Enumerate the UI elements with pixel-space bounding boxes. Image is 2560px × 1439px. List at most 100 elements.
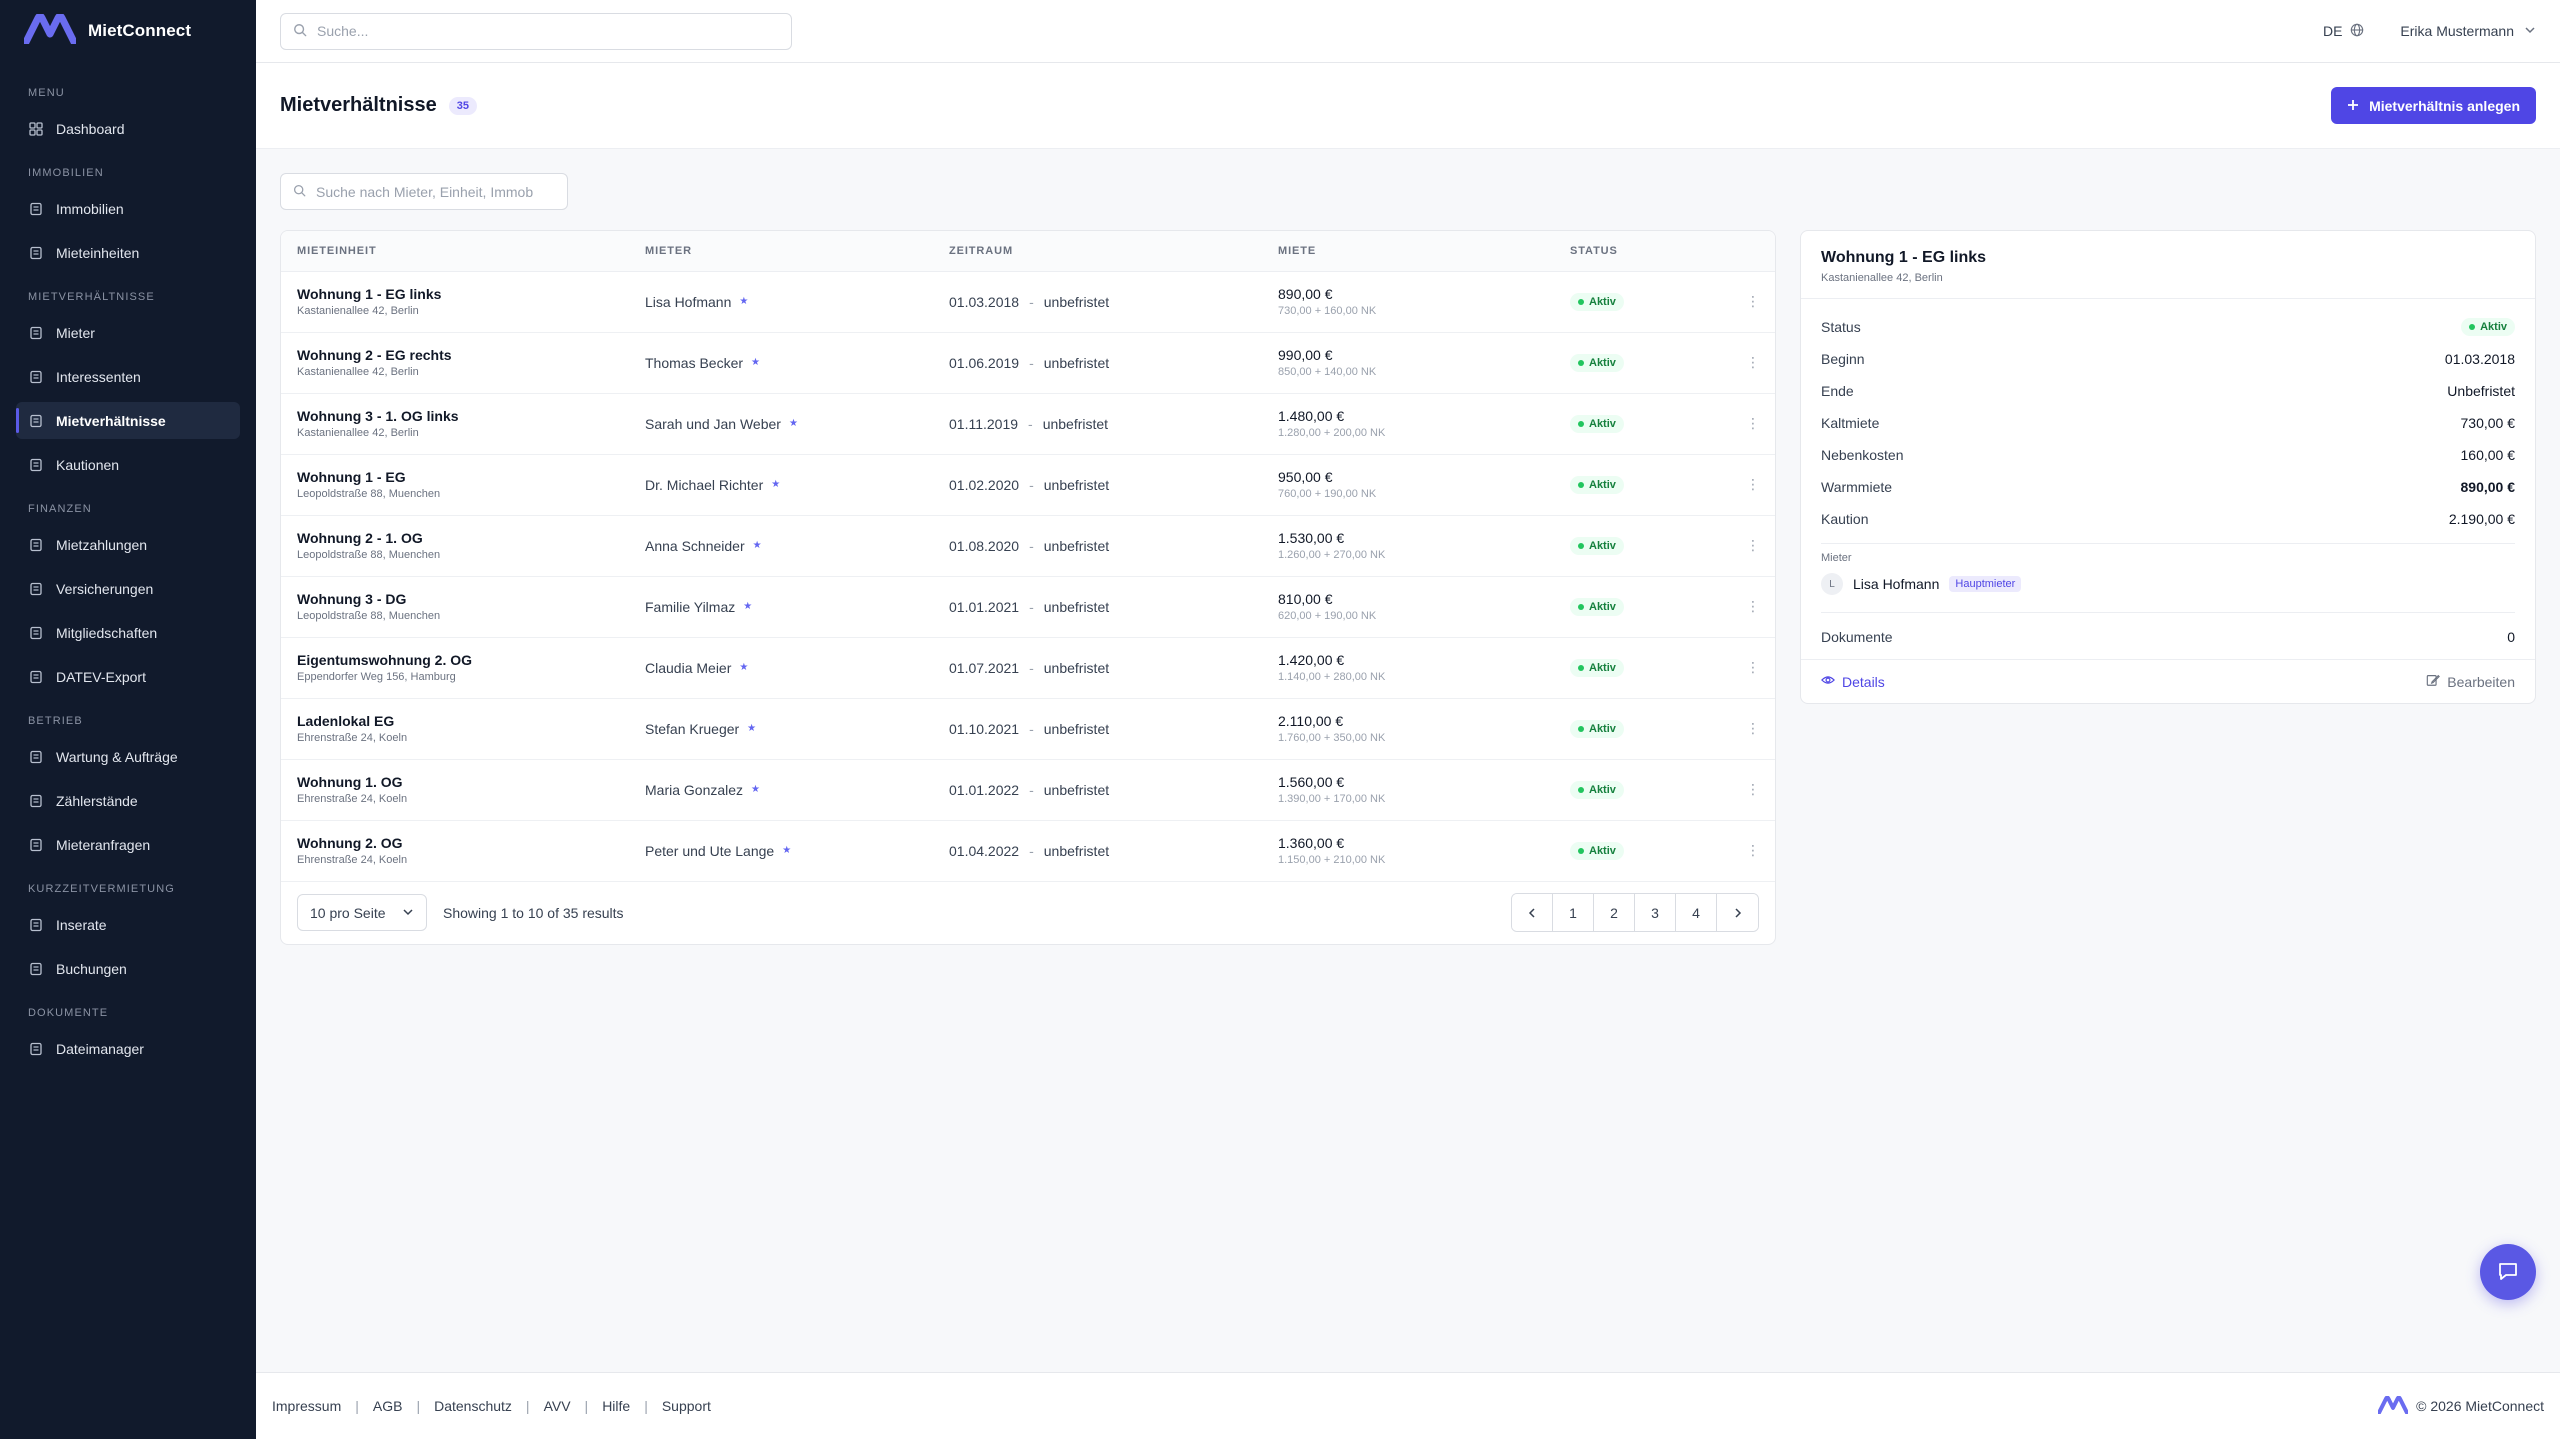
- table-row[interactable]: Wohnung 1 - EG Leopoldstraße 88, Muenche…: [281, 454, 1775, 516]
- kebab-menu-icon: ⋮: [1746, 598, 1760, 614]
- user-menu[interactable]: Erika Mustermann: [2400, 23, 2536, 39]
- sidebar-item-mietzahlungen[interactable]: Mietzahlungen: [16, 526, 240, 563]
- footer-link[interactable]: Impressum: [272, 1398, 341, 1414]
- page-button-2[interactable]: 2: [1594, 894, 1635, 931]
- period-end: unbefristet: [1043, 598, 1110, 615]
- sidebar-item-label: Mitgliedschaften: [56, 624, 158, 641]
- row-actions-button[interactable]: ⋮: [1715, 271, 1775, 333]
- cell-status: Aktiv: [1554, 454, 1715, 516]
- status-text: Aktiv: [1589, 845, 1616, 857]
- tenant-name[interactable]: Thomas Becker: [645, 355, 743, 371]
- column-header[interactable]: STATUS: [1554, 231, 1715, 272]
- sidebar-item-versicherungen[interactable]: Versicherungen: [16, 570, 240, 607]
- create-tenancy-button[interactable]: Mietverhältnis anlegen: [2331, 87, 2536, 124]
- chat-button[interactable]: [2480, 1244, 2536, 1300]
- table-row[interactable]: Eigentumswohnung 2. OG Eppendorfer Weg 1…: [281, 637, 1775, 699]
- user-search-icon: [28, 369, 44, 385]
- chevron-down-icon: [2524, 23, 2536, 39]
- cell-status: Aktiv: [1554, 515, 1715, 577]
- footer-link[interactable]: Datenschutz: [434, 1398, 512, 1414]
- tenant-name[interactable]: Anna Schneider: [645, 538, 745, 554]
- page-button-3[interactable]: 3: [1635, 894, 1676, 931]
- per-page-select[interactable]: 10 pro Seite: [297, 894, 427, 931]
- period-separator: -: [1028, 415, 1033, 432]
- cell-status: Aktiv: [1554, 393, 1715, 455]
- page-button-1[interactable]: 1: [1553, 894, 1594, 931]
- row-actions-button[interactable]: ⋮: [1715, 515, 1775, 577]
- sidebar-item-mietverhältnisse[interactable]: Mietverhältnisse: [16, 402, 240, 439]
- row-actions-button[interactable]: ⋮: [1715, 759, 1775, 821]
- star-icon: ★: [747, 723, 757, 734]
- tenant-name[interactable]: Stefan Krueger: [645, 721, 739, 737]
- page-button-4[interactable]: 4: [1676, 894, 1717, 931]
- sidebar-item-mieteranfragen[interactable]: Mieteranfragen: [16, 826, 240, 863]
- footer-link[interactable]: AGB: [373, 1398, 403, 1414]
- status-badge: Aktiv: [1570, 720, 1624, 738]
- column-header[interactable]: MIETER: [629, 231, 933, 272]
- tenant-name[interactable]: Sarah und Jan Weber: [645, 416, 781, 432]
- table-row[interactable]: Wohnung 3 - DG Leopoldstraße 88, Muenche…: [281, 576, 1775, 638]
- global-search[interactable]: [280, 12, 792, 50]
- row-actions-button[interactable]: ⋮: [1715, 393, 1775, 455]
- sidebar-item-mitgliedschaften[interactable]: Mitgliedschaften: [16, 614, 240, 651]
- cell-tenant: Peter und Ute Lange ★: [629, 820, 933, 882]
- table-row[interactable]: Wohnung 3 - 1. OG links Kastanienallee 4…: [281, 393, 1775, 455]
- sidebar-item-datev-export[interactable]: DATEV-Export: [16, 658, 240, 695]
- tenant-name[interactable]: Maria Gonzalez: [645, 782, 743, 798]
- sidebar-item-interessenten[interactable]: Interessenten: [16, 358, 240, 395]
- previous-page-button[interactable]: [1512, 894, 1553, 931]
- table-row[interactable]: Wohnung 2. OG Ehrenstraße 24, Koeln Pete…: [281, 820, 1775, 882]
- table-row[interactable]: Wohnung 2 - 1. OG Leopoldstraße 88, Muen…: [281, 515, 1775, 577]
- sidebar-item-mieter[interactable]: Mieter: [16, 314, 240, 351]
- sidebar-item-dateimanager[interactable]: Dateimanager: [16, 1030, 240, 1067]
- file-export-icon: [28, 669, 44, 685]
- row-actions-button[interactable]: ⋮: [1715, 820, 1775, 882]
- sidebar-item-wartung-aufträge[interactable]: Wartung & Aufträge: [16, 738, 240, 775]
- table-row[interactable]: Ladenlokal EG Ehrenstraße 24, Koeln Stef…: [281, 698, 1775, 760]
- plus-icon: [2347, 98, 2359, 114]
- edit-link[interactable]: Bearbeiten: [2426, 673, 2515, 690]
- footer-link[interactable]: Hilfe: [602, 1398, 630, 1414]
- mieter-entry[interactable]: L Lisa Hofmann Hauptmieter: [1821, 564, 2515, 604]
- tenant-name[interactable]: Lisa Hofmann: [645, 294, 731, 310]
- sidebar-item-immobilien[interactable]: Immobilien: [16, 190, 240, 227]
- row-actions-button[interactable]: ⋮: [1715, 698, 1775, 760]
- row-actions-button[interactable]: ⋮: [1715, 454, 1775, 516]
- table-search-input[interactable]: [316, 183, 555, 200]
- row-actions-button[interactable]: ⋮: [1715, 332, 1775, 394]
- brand[interactable]: MietConnect: [0, 0, 256, 61]
- nav-section-title: BETRIEB: [28, 715, 83, 727]
- unit-name: Ladenlokal EG: [297, 713, 395, 729]
- column-header[interactable]: MIETEINHEIT: [281, 231, 629, 272]
- sidebar-item-inserate[interactable]: Inserate: [16, 906, 240, 943]
- status-text: Aktiv: [1589, 357, 1616, 369]
- detail-panel: Wohnung 1 - EG links Kastanienallee 42, …: [1800, 230, 2536, 704]
- detail-field-value: 01.03.2018: [2444, 351, 2515, 367]
- status-dot-icon: [2469, 324, 2476, 330]
- tenant-name[interactable]: Peter und Ute Lange: [645, 843, 774, 859]
- footer-link[interactable]: Support: [662, 1398, 711, 1414]
- details-link[interactable]: Details: [1821, 673, 1885, 690]
- sidebar-item-mieteinheiten[interactable]: Mieteinheiten: [16, 234, 240, 271]
- table-row[interactable]: Wohnung 1. OG Ehrenstraße 24, Koeln Mari…: [281, 759, 1775, 821]
- tenant-name[interactable]: Claudia Meier: [645, 660, 731, 676]
- table-search[interactable]: [280, 173, 568, 210]
- status-dot-icon: [1578, 787, 1584, 793]
- column-header[interactable]: MIETE: [1262, 231, 1554, 272]
- tenant-name[interactable]: Familie Yilmaz: [645, 599, 735, 615]
- language-switcher[interactable]: DE: [2323, 23, 2364, 40]
- unit-address: Kastanienallee 42, Berlin: [297, 366, 419, 378]
- footer-link[interactable]: AVV: [544, 1398, 571, 1414]
- column-header[interactable]: ZEITRAUM: [933, 231, 1262, 272]
- search-input[interactable]: [317, 23, 779, 39]
- sidebar-item-buchungen[interactable]: Buchungen: [16, 950, 240, 987]
- table-row[interactable]: Wohnung 2 - EG rechts Kastanienallee 42,…: [281, 332, 1775, 394]
- sidebar-item-kautionen[interactable]: Kautionen: [16, 446, 240, 483]
- table-row[interactable]: Wohnung 1 - EG links Kastanienallee 42, …: [281, 271, 1775, 333]
- sidebar-item-zählerstände[interactable]: Zählerstände: [16, 782, 240, 819]
- next-page-button[interactable]: [1717, 894, 1758, 931]
- tenant-name[interactable]: Dr. Michael Richter: [645, 477, 763, 493]
- row-actions-button[interactable]: ⋮: [1715, 637, 1775, 699]
- sidebar-item-dashboard[interactable]: Dashboard: [16, 110, 240, 147]
- row-actions-button[interactable]: ⋮: [1715, 576, 1775, 638]
